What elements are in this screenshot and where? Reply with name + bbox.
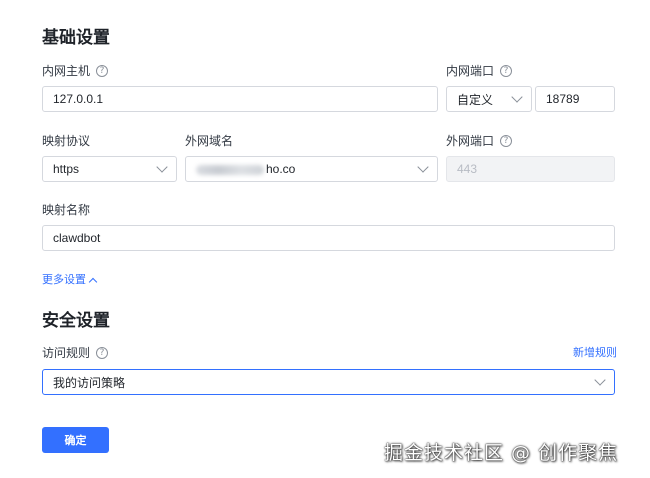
- access-rule-value: 我的访问策略: [53, 375, 126, 390]
- inner-port-label-text: 内网端口: [446, 64, 495, 78]
- basic-settings-title: 基础设置: [42, 28, 110, 47]
- outer-port-label: 外网端口 ?: [446, 133, 513, 149]
- inner-port-mode-value: 自定义: [457, 92, 494, 107]
- inner-host-value: 127.0.0.1: [53, 92, 104, 106]
- chevron-up-icon: [88, 277, 98, 286]
- watermark: 掘金技术社区 @ 创作聚焦: [384, 442, 619, 464]
- inner-host-label: 内网主机 ?: [42, 63, 109, 79]
- inner-port-input[interactable]: 18789: [535, 86, 615, 112]
- more-settings-toggle[interactable]: 更多设置: [42, 273, 98, 287]
- question-circle-icon[interactable]: ?: [500, 135, 513, 147]
- question-circle-icon[interactable]: ?: [96, 65, 109, 77]
- domain-select[interactable]: ho.co: [185, 156, 438, 182]
- domain-value: ho.co: [196, 162, 295, 176]
- access-rules-label-text: 访问规则: [42, 346, 91, 360]
- more-settings-text: 更多设置: [42, 274, 86, 286]
- inner-host-input[interactable]: 127.0.0.1: [42, 86, 438, 112]
- chevron-down-icon: [417, 161, 429, 173]
- protocol-value: https: [53, 162, 80, 176]
- protocol-label: 映射协议: [42, 134, 91, 148]
- domain-label: 外网域名: [185, 134, 234, 148]
- access-rules-label: 访问规则 ?: [42, 345, 109, 361]
- security-settings-title: 安全设置: [42, 311, 110, 330]
- chevron-down-icon: [594, 374, 606, 386]
- inner-port-mode-select[interactable]: 自定义: [446, 86, 532, 112]
- confirm-button[interactable]: 确定: [42, 427, 109, 453]
- outer-port-label-text: 外网端口: [446, 134, 495, 148]
- inner-port-value: 18789: [546, 92, 580, 106]
- inner-port-label: 内网端口 ?: [446, 63, 513, 79]
- mapping-name-value: clawdbot: [53, 231, 101, 245]
- outer-port-input: 443: [446, 156, 615, 182]
- access-rule-select[interactable]: 我的访问策略: [42, 369, 615, 395]
- question-circle-icon[interactable]: ?: [500, 65, 513, 77]
- protocol-select[interactable]: https: [42, 156, 177, 182]
- add-rule-link[interactable]: 新增规则: [573, 346, 617, 360]
- chevron-down-icon: [156, 161, 168, 173]
- inner-host-label-text: 内网主机: [42, 64, 91, 78]
- mapping-name-label: 映射名称: [42, 203, 91, 217]
- outer-port-value: 443: [457, 162, 478, 176]
- question-circle-icon[interactable]: ?: [96, 347, 109, 359]
- mapping-name-input[interactable]: clawdbot: [42, 225, 615, 251]
- redacted-mask: [196, 164, 264, 175]
- chevron-down-icon: [511, 91, 523, 103]
